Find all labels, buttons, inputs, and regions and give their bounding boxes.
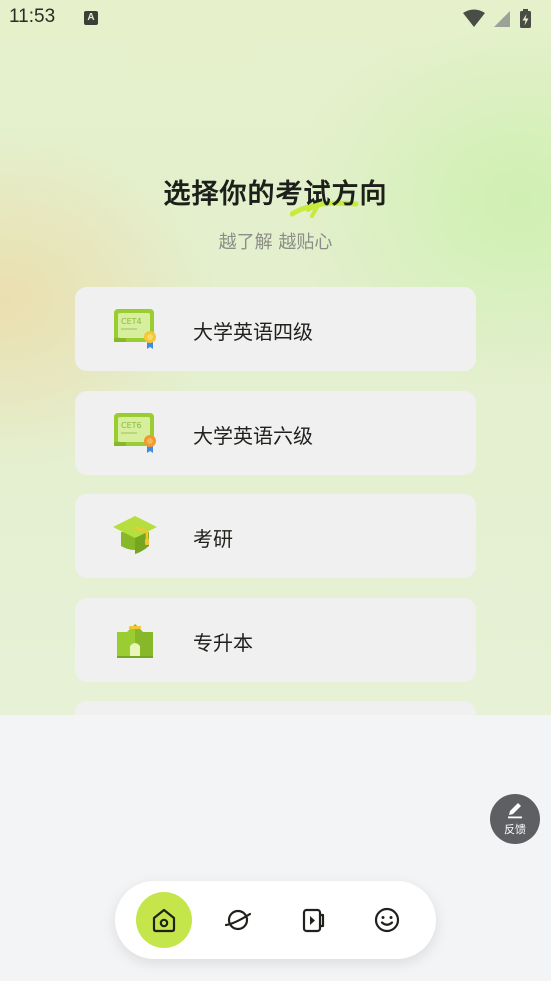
battery-charging-icon [520,9,531,28]
status-time: 11:53 [9,6,56,27]
graduation-cap-icon [111,512,159,560]
svg-text:CET6: CET6 [121,421,142,430]
smiley-icon [374,907,400,933]
nav-video[interactable] [285,892,341,948]
page-subtitle: 越了解 越贴心 [218,232,333,253]
nav-explore[interactable] [210,892,266,948]
status-bar: 11:53 A [0,0,551,38]
bottom-navigation [115,881,436,959]
planet-icon [224,909,252,931]
wifi-icon [463,9,485,27]
exam-option-label: 专升本 [193,631,253,655]
cet4-certificate-icon: CET4 [111,305,159,353]
exam-option-cet6[interactable]: CET6 大学英语六级 [75,391,476,475]
page-title: 选择你的考试方向 [163,179,388,210]
top-gradient-area: 11:53 A 选择你的考试方向 越了解 越贴心 CET4 大学英语四级 CET… [0,0,551,715]
svg-text:CET4: CET4 [121,317,142,326]
exam-option-label: 考研 [193,527,233,551]
feedback-label: 反馈 [504,823,526,836]
pencil-icon [508,803,522,819]
feedback-button[interactable]: 反馈 [490,794,540,844]
nav-home[interactable] [136,892,192,948]
signal-icon [494,11,510,27]
notification-a-icon: A [84,11,98,25]
video-icon [302,908,325,933]
exam-option-label: 大学英语四级 [193,320,313,344]
exam-option-partial[interactable] [75,701,476,715]
home-icon [152,908,176,933]
exam-option-zhuanshengben[interactable]: 专升本 [75,598,476,682]
exam-option-cet4[interactable]: CET4 大学英语四级 [75,287,476,371]
cet6-certificate-icon: CET6 [111,409,159,457]
school-building-icon [111,616,159,664]
exam-option-label: 大学英语六级 [193,424,313,448]
title-wrap: 选择你的考试方向 [0,172,551,218]
page-title-container: 选择你的考试方向 [163,172,388,218]
nav-profile[interactable] [359,892,415,948]
status-icons [461,8,541,28]
exam-option-kaoyan[interactable]: 考研 [75,494,476,578]
